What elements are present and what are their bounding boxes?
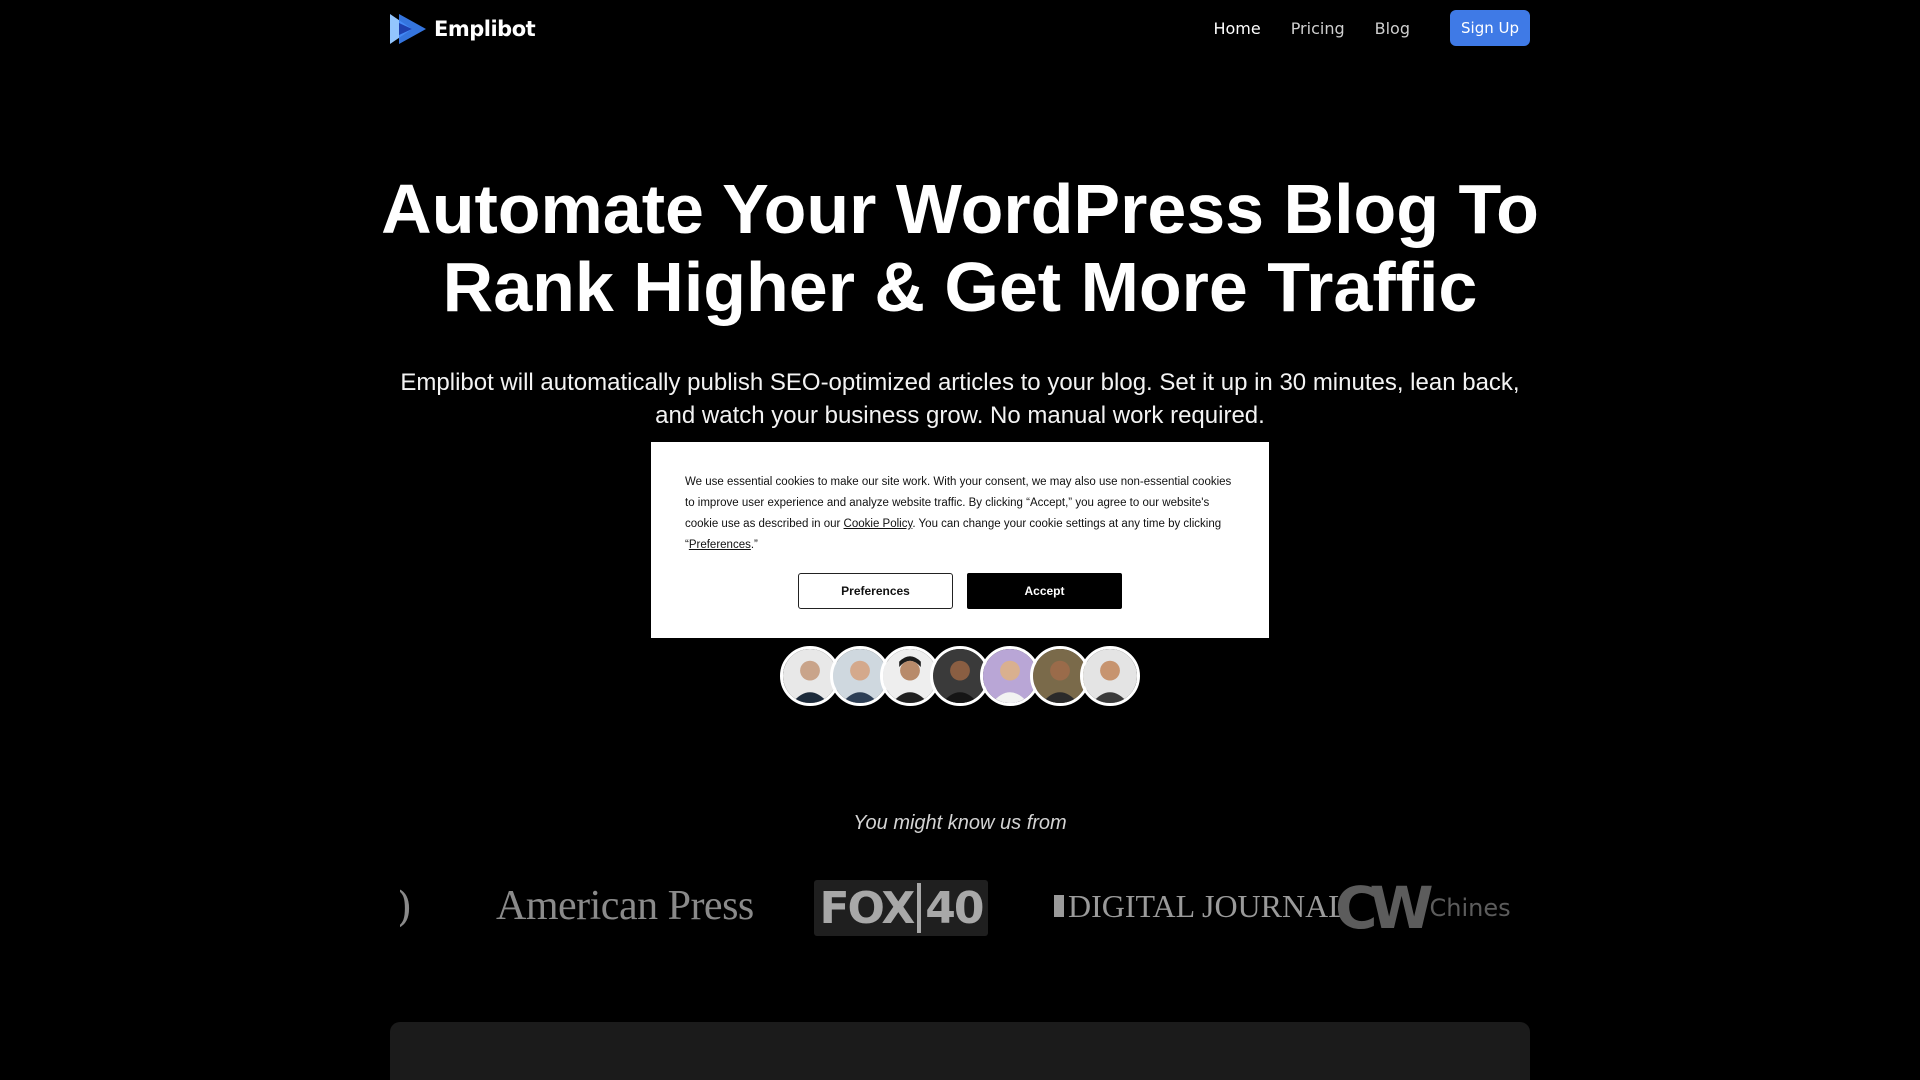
nav-link-home[interactable]: Home [1213, 19, 1260, 38]
feature-panel [390, 1022, 1530, 1080]
preferences-link[interactable]: Preferences [689, 539, 751, 551]
avatar [1080, 646, 1140, 706]
press-logo-digital-journal: DIGITAL JOURNAL [1054, 888, 1348, 925]
page: Emplibot Home Pricing Blog Sign Up Autom… [0, 0, 1920, 1080]
cw-text: Chines [1429, 894, 1511, 922]
press-logos-carousel: ) American Press FOX40 DIGITAL JOURNAL C… [400, 868, 1520, 948]
fox-number: 40 [925, 882, 984, 934]
cookie-buttons: Preferences Accept [651, 573, 1269, 609]
fox-divider [917, 883, 922, 933]
digital-journal-mark-icon [1054, 895, 1064, 917]
nav-link-pricing[interactable]: Pricing [1291, 19, 1345, 38]
cookie-policy-link[interactable]: Cookie Policy [844, 518, 913, 530]
sign-up-button[interactable]: Sign Up [1450, 10, 1530, 46]
hero-subtitle-line-1: Emplibot will automatically publish SEO-… [400, 369, 1520, 396]
hero-subtitle: Emplibot will automatically publish SEO-… [0, 366, 1920, 432]
press-logo-american-press: American Press [496, 883, 754, 929]
top-nav: Emplibot Home Pricing Blog Sign Up [390, 8, 1530, 52]
cookie-text: We use essential cookies to make our sit… [685, 472, 1235, 556]
cookie-text-part-3: .” [750, 539, 758, 551]
press-logo-partial: ) [400, 882, 412, 931]
hero-title-line-1: Automate Your WordPress Blog To [381, 170, 1539, 248]
accept-button[interactable]: Accept [967, 573, 1122, 609]
hero-subtitle-line-2: and watch your business grow. No manual … [655, 402, 1265, 429]
press-logo-fox40: FOX 40 [814, 880, 988, 936]
cookie-consent-dialog: We use essential cookies to make our sit… [651, 442, 1269, 638]
brand-name: Emplibot [434, 17, 536, 41]
hero-title: Automate Your WordPress Blog To Rank Hig… [0, 170, 1920, 326]
emplibot-logo-icon [390, 14, 426, 44]
cw-mark: CW [1335, 874, 1434, 942]
preferences-button[interactable]: Preferences [798, 573, 953, 609]
fox-text: FOX [819, 882, 915, 934]
press-heading: You might know us from [853, 812, 1067, 834]
nav-link-blog[interactable]: Blog [1375, 19, 1410, 38]
nav-links: Home Pricing Blog Sign Up [1183, 10, 1530, 46]
press-logo-chinese-weekly: CW Chines [1335, 874, 1511, 942]
hero-title-line-2: Rank Higher & Get More Traffic [442, 248, 1478, 326]
digital-journal-text: DIGITAL JOURNAL [1068, 888, 1348, 924]
brand-logo[interactable]: Emplibot [390, 12, 536, 46]
